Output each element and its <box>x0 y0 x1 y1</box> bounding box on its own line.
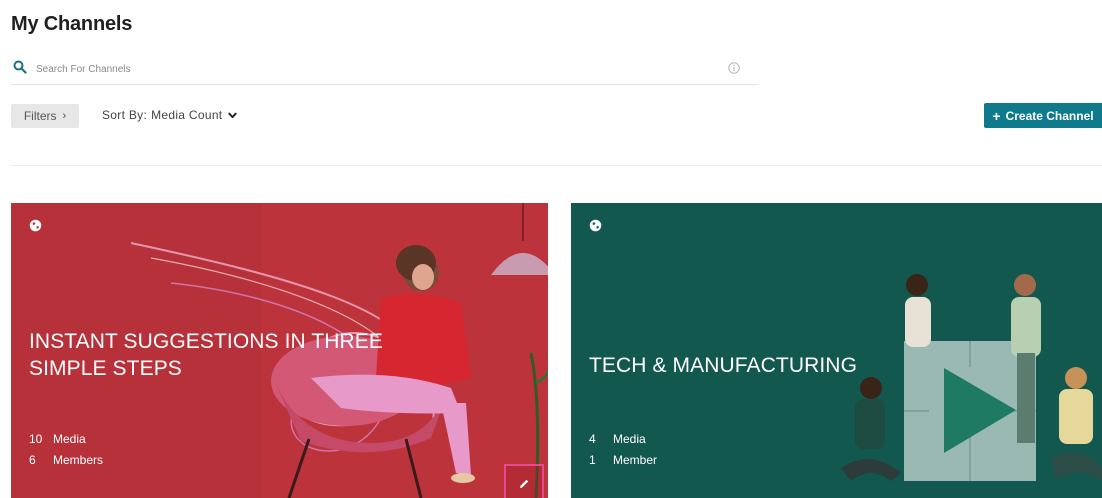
media-count: 4 <box>589 432 596 446</box>
page-title: My Channels <box>11 13 133 35</box>
sort-by-prefix: Sort By: <box>102 108 148 122</box>
pencil-icon <box>520 479 529 488</box>
filters-button[interactable]: Filters › <box>11 104 79 128</box>
sort-by-value: Media Count <box>151 108 223 122</box>
chevron-down-icon <box>228 112 238 118</box>
channel-title: TECH & MANUFACTURING <box>589 354 858 377</box>
globe-icon <box>589 219 602 232</box>
create-channel-label: Create Channel <box>1005 108 1094 123</box>
member-label: Members <box>53 453 104 467</box>
member-label: Member <box>613 453 658 467</box>
search-bar <box>11 56 758 85</box>
filters-label: Filters <box>23 109 57 123</box>
channel-card[interactable]: INSTANT SUGGESTIONS IN THREE SIMPLE STEP… <box>11 203 548 498</box>
search-input[interactable] <box>36 59 696 79</box>
channel-stats: 4 Media 1 Member <box>589 429 657 471</box>
sort-by-dropdown[interactable]: Sort By: Media Count <box>102 108 238 122</box>
globe-icon <box>29 219 42 232</box>
my-channels-page: My Channels Filters › Sort By: Media Cou… <box>0 0 1102 498</box>
member-count: 1 <box>589 453 596 467</box>
channel-title: INSTANT SUGGESTIONS IN THREE SIMPLE STEP… <box>29 330 384 380</box>
chevron-right-icon: › <box>62 110 67 122</box>
info-icon[interactable] <box>728 62 740 74</box>
channel-card[interactable]: TECH & MANUFACTURING 4 Media 1 Member <box>571 203 1102 498</box>
member-count: 6 <box>29 453 36 467</box>
search-icon[interactable] <box>13 60 27 74</box>
divider <box>11 165 1102 166</box>
create-channel-button[interactable]: + Create Channel <box>984 103 1102 128</box>
edit-channel-button[interactable] <box>504 464 544 498</box>
media-count: 10 <box>29 432 43 446</box>
media-label: Media <box>613 432 646 446</box>
plus-icon: + <box>992 107 1001 124</box>
media-label: Media <box>53 432 86 446</box>
channel-stats: 10 Media 6 Members <box>29 429 103 471</box>
